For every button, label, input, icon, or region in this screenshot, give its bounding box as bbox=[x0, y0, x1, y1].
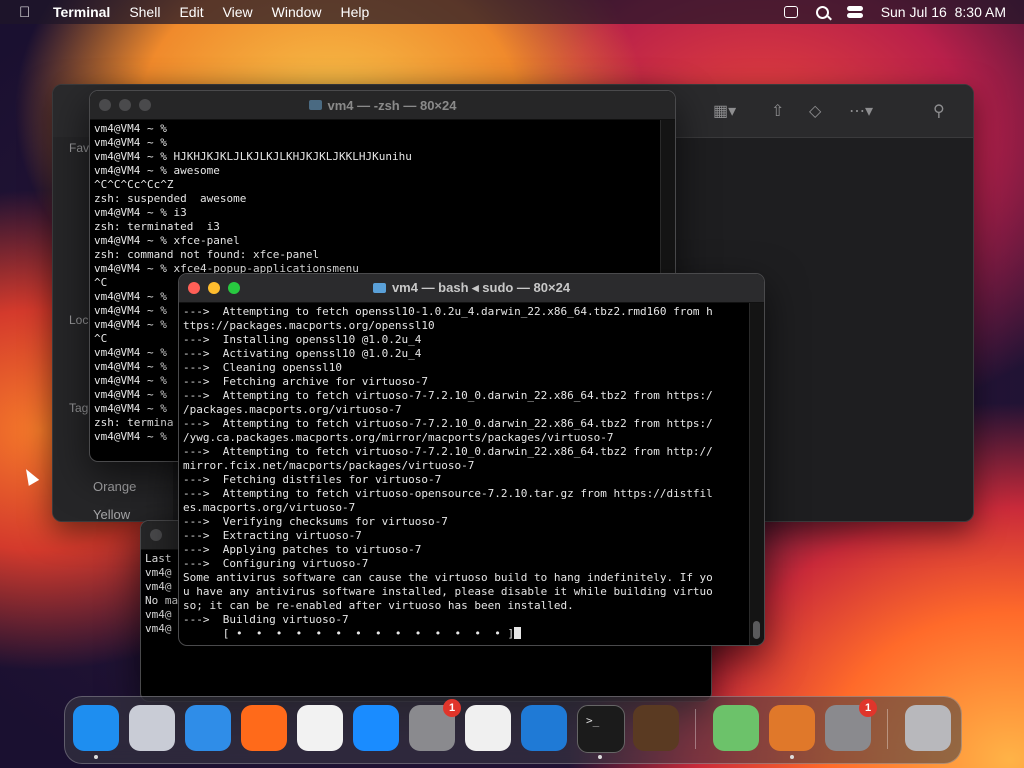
terminal-line: ---> Attempting to fetch virtuoso-openso… bbox=[183, 487, 713, 500]
dock-separator bbox=[887, 709, 888, 749]
menu-help[interactable]: Help bbox=[340, 4, 369, 20]
dock-trash-icon[interactable] bbox=[905, 705, 951, 751]
more-actions-icon[interactable]: ⋯▾ bbox=[849, 101, 873, 121]
running-indicator bbox=[790, 755, 794, 759]
menu-shell[interactable]: Shell bbox=[129, 4, 160, 20]
menu-bar:  Terminal Shell Edit View Window Help S… bbox=[0, 0, 1024, 24]
terminal-line: ---> Installing openssl10 @1.0.2u_4 bbox=[183, 333, 422, 346]
terminal-line: vm4@VM4 ~ % awesome bbox=[94, 164, 220, 177]
terminal-line: ---> Attempting to fetch virtuoso-7-7.2.… bbox=[183, 445, 713, 458]
terminal-line: ---> Configuring virtuoso-7 bbox=[183, 557, 369, 570]
terminal-line: ---> Attempting to fetch virtuoso-7-7.2.… bbox=[183, 389, 713, 402]
window-title: vm4 — -zsh — 80×24 bbox=[327, 97, 457, 113]
terminal-output-bash[interactable]: ---> Attempting to fetch openssl10-1.0.2… bbox=[179, 303, 750, 645]
terminal-line: /packages.macports.org/virtuoso-7 bbox=[183, 403, 402, 416]
terminal-line: zsh: terminated i3 bbox=[94, 220, 220, 233]
dock-textedit-icon[interactable] bbox=[465, 705, 511, 751]
terminal-line: vm4@VM4 ~ % bbox=[94, 122, 167, 135]
folder-icon bbox=[372, 283, 386, 293]
dock-app-store-icon[interactable] bbox=[353, 705, 399, 751]
dock-garageband-icon[interactable] bbox=[633, 705, 679, 751]
dock: 1 >_ 1 bbox=[64, 696, 962, 764]
folder-icon bbox=[308, 100, 322, 110]
terminal-line: ---> Activating openssl10 @1.0.2u_4 bbox=[183, 347, 422, 360]
view-grid-icon[interactable]: ▦▾ bbox=[713, 101, 736, 121]
dock-terminal-icon[interactable]: >_ bbox=[577, 705, 625, 753]
close-button[interactable] bbox=[188, 282, 200, 294]
terminal-line: /ywg.ca.packages.macports.org/mirror/mac… bbox=[183, 431, 614, 444]
notification-badge: 1 bbox=[443, 699, 461, 717]
mouse-pointer bbox=[20, 466, 40, 486]
dock-x11-icon[interactable] bbox=[769, 705, 815, 751]
minimize-button[interactable] bbox=[208, 282, 220, 294]
text-cursor bbox=[514, 627, 522, 639]
dock-system-settings-2-icon[interactable]: 1 bbox=[825, 699, 877, 751]
menu-window[interactable]: Window bbox=[272, 4, 322, 20]
scrollbar-thumb[interactable] bbox=[753, 621, 760, 639]
sidebar-locations-label: Loc bbox=[69, 313, 89, 327]
terminal-line: mirror.fcix.net/macports/packages/virtuo… bbox=[183, 459, 475, 472]
dock-safari-icon[interactable] bbox=[185, 705, 231, 751]
terminal-line: ---> Attempting to fetch openssl10-1.0.2… bbox=[183, 305, 713, 318]
dock-chrome-icon[interactable] bbox=[297, 705, 343, 751]
dock-firefox-icon[interactable] bbox=[241, 705, 287, 751]
dock-separator bbox=[695, 709, 696, 749]
dock-finder-icon[interactable] bbox=[73, 705, 119, 751]
menu-app-name[interactable]: Terminal bbox=[53, 4, 110, 20]
tag-icon[interactable]: ◇ bbox=[809, 101, 821, 121]
terminal-line: so; it can be re-enabled after virtuoso … bbox=[183, 599, 574, 612]
window-title: vm4 — bash ◂ sudo — 80×24 bbox=[391, 280, 571, 295]
close-button[interactable] bbox=[150, 529, 162, 541]
minimize-button[interactable] bbox=[119, 99, 131, 111]
control-center-icon[interactable] bbox=[846, 6, 863, 18]
terminal-line: ---> Building virtuoso-7 bbox=[183, 613, 349, 626]
terminal-line: ---> Fetching archive for virtuoso-7 bbox=[183, 375, 429, 388]
terminal-line: zsh: command not found: xfce-panel bbox=[94, 248, 320, 261]
running-indicator bbox=[598, 755, 602, 759]
menu-edit[interactable]: Edit bbox=[179, 4, 203, 20]
terminal-line: u have any antivirus software installed,… bbox=[183, 585, 713, 598]
dock-launchpad-icon[interactable] bbox=[129, 705, 175, 751]
tag-orange[interactable]: Orange bbox=[93, 479, 136, 494]
terminal-window-bash[interactable]: vm4 — bash ◂ sudo — 80×24 ---> Attemptin… bbox=[178, 273, 765, 646]
share-icon[interactable]: ⇧ bbox=[771, 101, 784, 121]
apple-icon[interactable]:  bbox=[19, 4, 37, 21]
titlebar-bash[interactable]: vm4 — bash ◂ sudo — 80×24 bbox=[179, 274, 764, 303]
terminal-line: vm4@VM4 ~ % xfce-panel bbox=[94, 234, 240, 247]
terminal-line: ---> Verifying checksums for virtuoso-7 bbox=[183, 515, 448, 528]
close-button[interactable] bbox=[99, 99, 111, 111]
notification-badge: 1 bbox=[859, 699, 877, 717]
menu-view[interactable]: View bbox=[223, 4, 253, 20]
zoom-button[interactable] bbox=[228, 282, 240, 294]
terminal-line: ---> Cleaning openssl10 bbox=[183, 361, 342, 374]
terminal-line: vm4@VM4 ~ % i3 bbox=[94, 206, 187, 219]
spotlight-search-icon[interactable] bbox=[815, 5, 829, 19]
dock-maps-icon[interactable] bbox=[713, 705, 759, 751]
terminal-line: ---> Extracting virtuoso-7 bbox=[183, 529, 362, 542]
terminal-line: Some antivirus software can cause the vi… bbox=[183, 571, 713, 584]
screen-mirroring-icon[interactable] bbox=[783, 6, 798, 18]
sidebar-favorites-label: Fav bbox=[69, 141, 90, 155]
terminal-line: ^C^C^Cc^Cc^Z bbox=[94, 178, 174, 191]
zoom-button[interactable] bbox=[139, 99, 151, 111]
terminal-line: vm4@VM4 ~ % bbox=[94, 136, 167, 149]
menu-extras: Sun Jul 16 8:30 AM bbox=[783, 0, 1006, 24]
dock-vscode-icon[interactable] bbox=[521, 705, 567, 751]
terminal-line: zsh: suspended awesome bbox=[94, 192, 247, 205]
terminal-line: ---> Fetching distfiles for virtuoso-7 bbox=[183, 473, 442, 486]
terminal-line: [ • • • • • • • • • • • • • • ] bbox=[183, 627, 746, 641]
dock-system-settings-icon[interactable]: 1 bbox=[409, 699, 461, 751]
clock[interactable]: Sun Jul 16 8:30 AM bbox=[881, 4, 1006, 20]
terminal-line: ---> Attempting to fetch virtuoso-7-7.2.… bbox=[183, 417, 713, 430]
scrollbar[interactable] bbox=[749, 303, 764, 645]
tag-yellow[interactable]: Yellow bbox=[93, 507, 130, 521]
titlebar-zsh[interactable]: vm4 — -zsh — 80×24 bbox=[90, 91, 675, 120]
terminal-line: ttps://packages.macports.org/openssl10 bbox=[183, 319, 435, 332]
running-indicator bbox=[94, 755, 98, 759]
terminal-line: vm4@VM4 ~ % HJKHJKJKLJLKJLKJLKHJKJKLJKKL… bbox=[94, 150, 412, 163]
terminal-line: es.macports.org/virtuoso-7 bbox=[183, 501, 356, 514]
search-icon[interactable]: ⚲ bbox=[933, 101, 945, 121]
terminal-line: ---> Applying patches to virtuoso-7 bbox=[183, 543, 422, 556]
sidebar-tags-label: Tag bbox=[69, 401, 89, 415]
